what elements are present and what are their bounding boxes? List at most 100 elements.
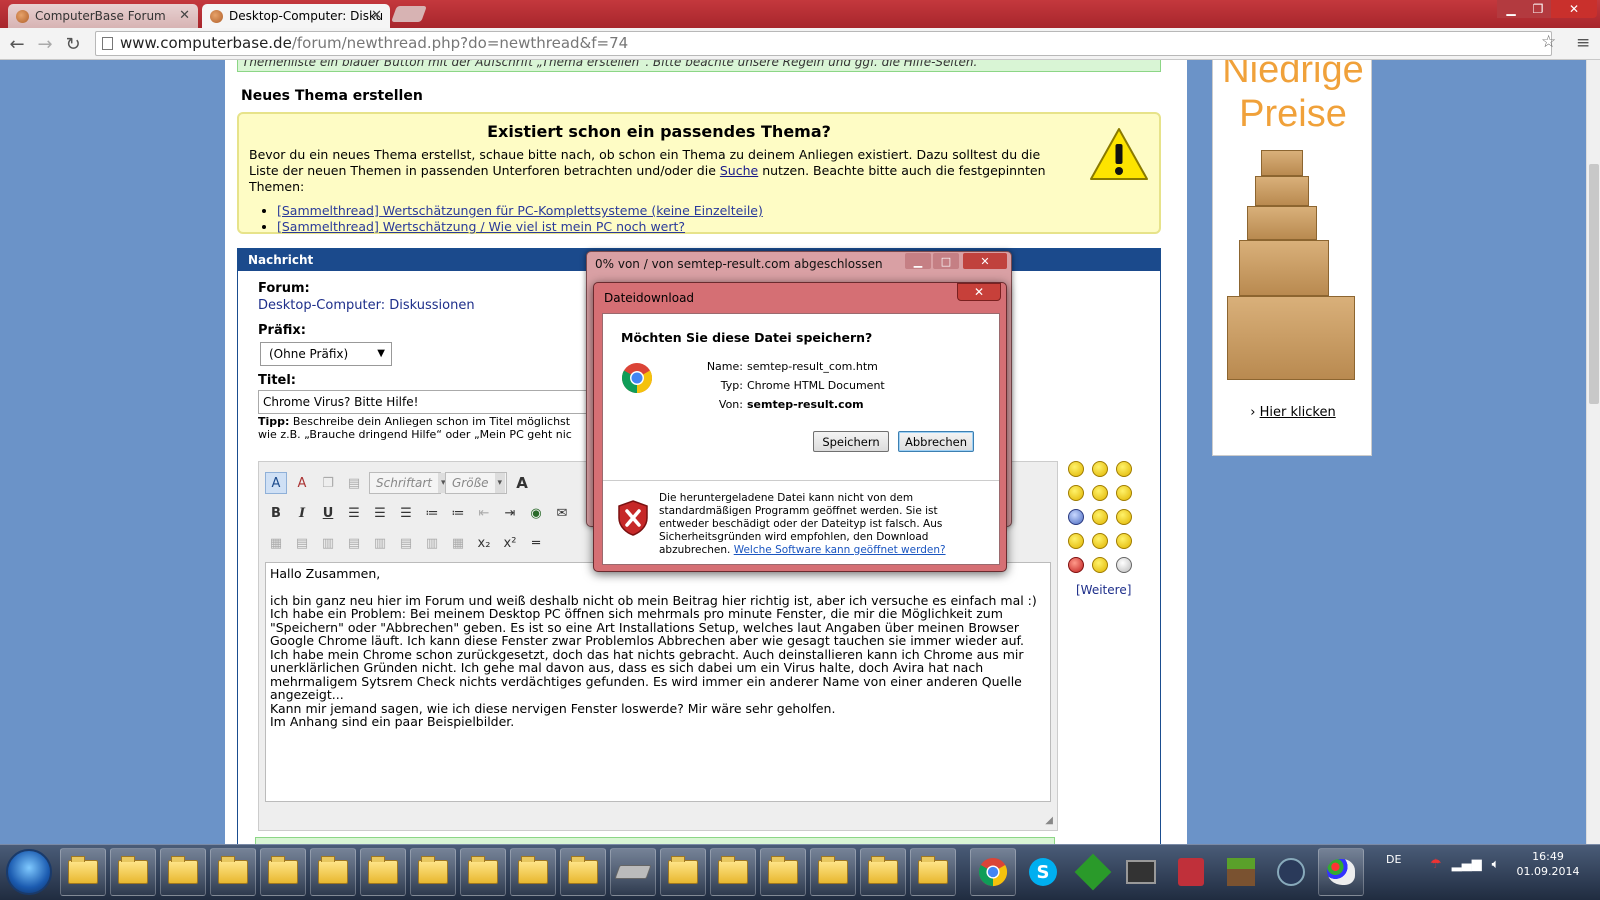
horizontal-rule-icon[interactable]: ═ [525, 532, 547, 554]
taskbar-explorer-icon[interactable] [360, 848, 406, 896]
smiley-icon[interactable] [1116, 509, 1132, 525]
reload-icon[interactable]: ↻ [62, 33, 84, 55]
unordered-list-icon[interactable]: ≔ [447, 502, 469, 524]
tab-close-icon[interactable]: ✕ [179, 8, 190, 23]
smiley-icon[interactable] [1092, 509, 1108, 525]
cancel-button[interactable]: Abbrechen [898, 431, 974, 452]
paste-icon[interactable]: ▤ [343, 472, 365, 494]
smiley-icon[interactable] [1068, 485, 1084, 501]
smiley-icon[interactable] [1116, 557, 1132, 573]
taskbar-explorer-icon[interactable] [410, 848, 456, 896]
underline-icon[interactable]: U [317, 502, 339, 524]
taskbar-explorer-icon[interactable] [110, 848, 156, 896]
taskbar-app-icon[interactable] [1070, 848, 1116, 896]
minimize-button[interactable]: ▁ [1497, 0, 1525, 18]
taskbar-explorer-icon[interactable] [260, 848, 306, 896]
subscript-icon[interactable]: x₂ [473, 532, 495, 554]
smiley-icon[interactable] [1092, 485, 1108, 501]
bold-icon[interactable]: B [265, 502, 287, 524]
smiley-icon[interactable] [1068, 461, 1084, 477]
taskbar-explorer-icon[interactable] [460, 848, 506, 896]
taskbar-explorer-icon[interactable] [660, 848, 706, 896]
split-cells-icon[interactable]: ▦ [447, 532, 469, 554]
taskbar-app-icon[interactable] [1168, 848, 1214, 896]
smiley-icon[interactable] [1116, 533, 1132, 549]
close-window-button[interactable]: ✕ [1551, 0, 1597, 18]
taskbar-minecraft-icon[interactable] [1218, 848, 1264, 896]
taskbar-app-icon[interactable] [1268, 848, 1314, 896]
table-row-icon[interactable]: ▤ [291, 532, 313, 554]
language-indicator[interactable]: DE [1386, 853, 1401, 866]
taskbar-chrome-icon[interactable] [970, 848, 1016, 896]
bookmark-star-icon[interactable]: ☆ [1541, 32, 1556, 52]
link-icon[interactable]: ◉ [525, 502, 547, 524]
indent-icon[interactable]: ⇥ [499, 502, 521, 524]
smiley-icon[interactable] [1068, 509, 1084, 525]
antivirus-icon[interactable]: ☂ [1430, 857, 1442, 872]
merge-cells-icon[interactable]: ▥ [421, 532, 443, 554]
ad-link[interactable]: › Hier klicken [1213, 405, 1373, 420]
taskbar-explorer-icon[interactable] [160, 848, 206, 896]
message-textarea[interactable]: Hallo Zusammen, ich bin ganz neu hier im… [265, 562, 1051, 802]
size-select[interactable]: Größe ▾ [445, 472, 507, 494]
taskbar-monitor-icon[interactable] [1118, 848, 1164, 896]
smiley-icon[interactable] [1068, 533, 1084, 549]
taskbar-skype-icon[interactable]: S [1020, 848, 1066, 896]
resize-handle-icon[interactable]: ◢ [1045, 815, 1053, 826]
menu-icon[interactable]: ≡ [1576, 33, 1590, 53]
align-right-icon[interactable]: ☰ [395, 502, 417, 524]
table-icon[interactable]: ▦ [265, 532, 287, 554]
superscript-icon[interactable]: x² [499, 532, 521, 554]
smiley-icon[interactable] [1068, 557, 1084, 573]
email-icon[interactable]: ✉ [551, 502, 573, 524]
clock[interactable]: 16:49 01.09.2014 [1508, 849, 1588, 879]
insert-row-icon[interactable]: ▤ [343, 532, 365, 554]
font-color-icon[interactable]: A [511, 472, 533, 494]
taskbar-drive-icon[interactable] [610, 848, 656, 896]
taskbar-explorer-icon[interactable] [810, 848, 856, 896]
table-delete-icon[interactable]: ▥ [317, 532, 339, 554]
tab-computerbase-forum[interactable]: ComputerBase Forum ✕ [8, 4, 198, 28]
smiley-icon[interactable] [1092, 461, 1108, 477]
smiley-icon[interactable] [1116, 461, 1132, 477]
forward-arrow-icon[interactable]: → [34, 33, 56, 55]
pinned-thread-link[interactable]: [Sammelthread] Wertschätzungen für PC-Ko… [277, 203, 763, 218]
dialog-close-button[interactable]: ✕ [957, 283, 1001, 301]
start-button[interactable] [6, 849, 52, 895]
pinned-thread-link[interactable]: [Sammelthread] Wertschätzung / Wie viel … [277, 219, 685, 234]
page-scrollbar[interactable] [1586, 60, 1600, 844]
smiley-icon[interactable] [1116, 485, 1132, 501]
scrollbar-thumb[interactable] [1589, 164, 1599, 404]
taskbar-explorer-icon[interactable] [710, 848, 756, 896]
taskbar-explorer-icon[interactable] [860, 848, 906, 896]
taskbar-paint-icon[interactable] [1318, 848, 1364, 896]
align-left-icon[interactable]: ☰ [343, 502, 365, 524]
search-link[interactable]: Suche [720, 163, 758, 178]
align-center-icon[interactable]: ☰ [369, 502, 391, 524]
taskbar-explorer-icon[interactable] [760, 848, 806, 896]
copy-icon[interactable]: ❐ [317, 472, 339, 494]
insert-col-icon[interactable]: ▥ [369, 532, 391, 554]
address-bar[interactable]: www.computerbase.de/forum/newthread.php?… [95, 31, 1552, 56]
advertisement[interactable]: Niedrige Preise › Hier klicken [1212, 60, 1372, 456]
help-link[interactable]: Welche Software kann geöffnet werden? [734, 544, 946, 556]
tab-close-icon[interactable]: ✕ [371, 8, 382, 23]
save-button[interactable]: Speichern [813, 431, 889, 452]
volume-icon[interactable]: 🔈︎ [1492, 857, 1500, 872]
back-arrow-icon[interactable]: ← [6, 33, 28, 55]
more-smilies-link[interactable]: [Weitere] [1076, 583, 1131, 597]
outdent-icon[interactable]: ⇤ [473, 502, 495, 524]
taskbar-explorer-icon[interactable] [560, 848, 606, 896]
signal-icon[interactable]: ▂▄▆ [1452, 857, 1482, 872]
close-button[interactable]: ✕ [963, 253, 1007, 269]
smiley-icon[interactable] [1092, 557, 1108, 573]
font-select[interactable]: Schriftart ▾ [369, 472, 449, 494]
taskbar-explorer-icon[interactable] [60, 848, 106, 896]
minimize-button[interactable]: ▁ [905, 253, 931, 269]
italic-icon[interactable]: I [291, 502, 313, 524]
prefix-select[interactable]: (Ohne Präfix) ▼ [260, 342, 392, 366]
tab-desktop-computer[interactable]: Desktop-Computer: Disku ✕ [202, 4, 390, 28]
title-input[interactable]: Chrome Virus? Bitte Hilfe! [258, 390, 598, 414]
wysiwyg-toggle-icon[interactable]: A [265, 472, 287, 494]
new-tab-button[interactable] [391, 6, 427, 22]
